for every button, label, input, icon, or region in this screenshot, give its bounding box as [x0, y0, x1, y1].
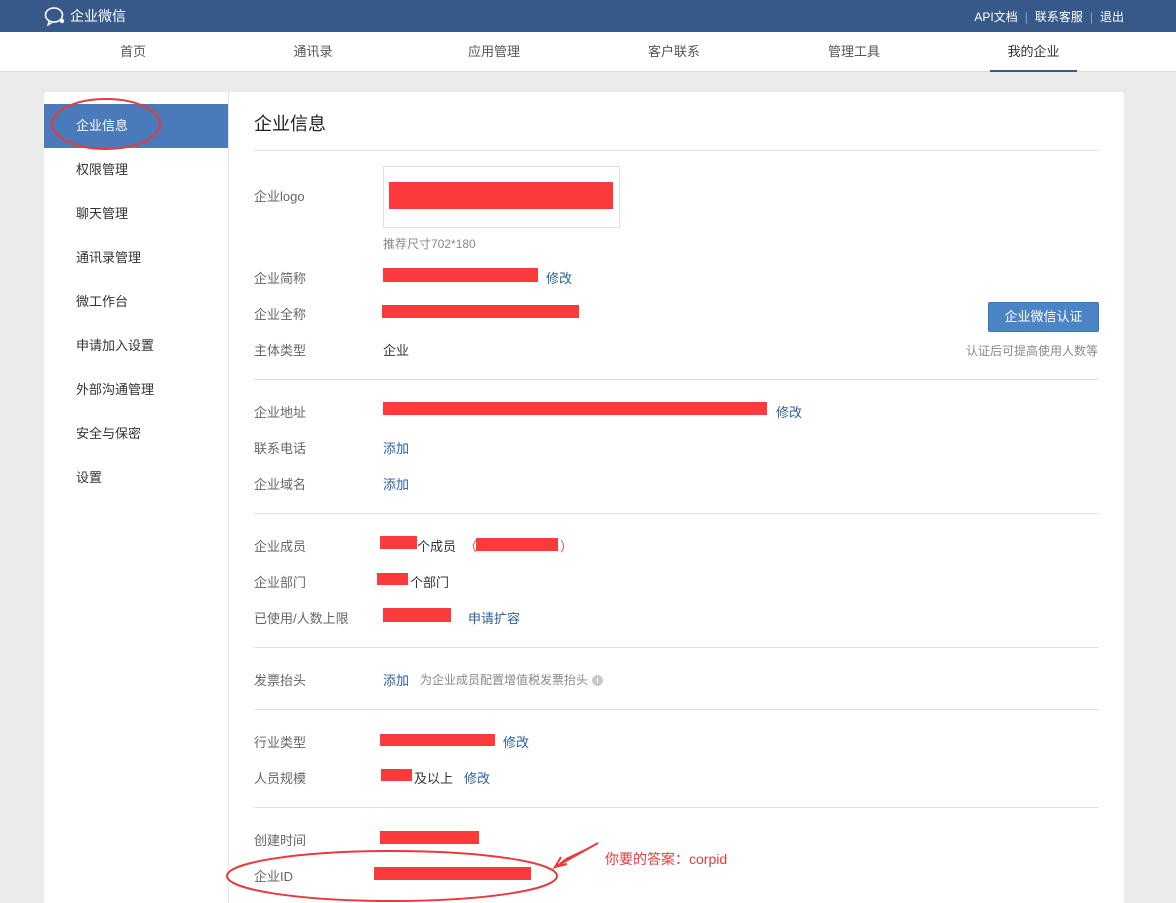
- redacted-department-count: [377, 573, 408, 585]
- edit-short-name-link[interactable]: 修改: [546, 268, 572, 287]
- top-links: API文档 | 联系客服 | 退出: [974, 8, 1124, 25]
- add-domain-link[interactable]: 添加: [383, 474, 409, 493]
- address-label: 企业地址: [254, 405, 307, 420]
- sidebar-item-micro-workbench[interactable]: 微工作台: [44, 280, 228, 324]
- sidebar-item-contacts-management[interactable]: 通讯录管理: [44, 236, 228, 280]
- corp-id-label: 企业ID: [254, 869, 294, 884]
- main-card: 企业信息 权限管理 聊天管理 通讯录管理 微工作台 申请加入设置 外部沟通管理 …: [44, 92, 1124, 903]
- redacted-short-name: [383, 268, 538, 282]
- edit-industry-link[interactable]: 修改: [503, 732, 529, 751]
- limit-label: 已使用/人数上限: [254, 611, 349, 626]
- redacted-industry: [380, 734, 495, 746]
- link-separator: |: [1089, 9, 1093, 24]
- short-name-label: 企业简称: [254, 271, 307, 286]
- subject-type-value: 企业: [383, 343, 410, 358]
- nav-home[interactable]: 首页: [100, 32, 166, 72]
- divider: [254, 647, 1099, 648]
- divider: [254, 379, 1099, 380]
- sidebar: 企业信息 权限管理 聊天管理 通讯录管理 微工作台 申请加入设置 外部沟通管理 …: [44, 104, 228, 500]
- departments-label: 企业部门: [254, 575, 307, 590]
- page-title: 企业信息: [254, 114, 326, 134]
- api-docs-link[interactable]: API文档: [974, 8, 1017, 25]
- divider: [254, 709, 1099, 710]
- subject-type-label: 主体类型: [254, 343, 307, 358]
- phone-label: 联系电话: [254, 441, 307, 456]
- logo-size-hint: 推荐尺寸702*180: [383, 237, 476, 251]
- divider: [254, 150, 1099, 151]
- divider: [254, 807, 1099, 808]
- apply-expand-link[interactable]: 申请扩容: [468, 608, 520, 627]
- sidebar-item-permissions[interactable]: 权限管理: [44, 148, 228, 192]
- edit-address-link[interactable]: 修改: [776, 402, 802, 421]
- invoice-hint: 为企业成员配置增值税发票抬头: [420, 673, 589, 687]
- add-phone-link[interactable]: 添加: [383, 438, 409, 457]
- redacted-logo: [389, 182, 613, 209]
- main-nav: 首页 通讯录 应用管理 客户联系 管理工具 我的企业: [0, 32, 1176, 72]
- cert-hint: 认证后可提高使用人数等: [966, 344, 1099, 358]
- brand-name: 企业微信: [70, 8, 126, 24]
- members-label: 企业成员: [254, 539, 307, 554]
- logo-label: 企业logo: [254, 189, 305, 204]
- scale-label: 人员规模: [254, 771, 307, 786]
- members-paren-close: ）: [560, 539, 574, 554]
- sidebar-divider: [228, 92, 229, 903]
- full-name-label: 企业全称: [254, 307, 307, 322]
- sidebar-item-join-settings[interactable]: 申请加入设置: [44, 324, 228, 368]
- redacted-scale: [381, 769, 412, 781]
- invoice-hint-wrap: 为企业成员配置增值税发票抬头 i: [420, 671, 604, 688]
- domain-label: 企业域名: [254, 477, 307, 492]
- nav-management-tools[interactable]: 管理工具: [814, 32, 894, 72]
- nav-app-management[interactable]: 应用管理: [454, 32, 534, 72]
- contact-support-link[interactable]: 联系客服: [1035, 8, 1083, 25]
- sidebar-item-settings[interactable]: 设置: [44, 456, 228, 500]
- link-separator: |: [1024, 9, 1028, 24]
- sidebar-item-security[interactable]: 安全与保密: [44, 412, 228, 456]
- logo-upload-box[interactable]: [383, 166, 620, 228]
- scale-suffix: 及以上: [414, 771, 454, 786]
- redacted-full-name: [382, 305, 579, 318]
- created-time-label: 创建时间: [254, 833, 307, 848]
- departments-suffix: 个部门: [410, 575, 450, 590]
- redacted-usage-limit: [383, 608, 451, 622]
- redacted-member-detail: [476, 538, 558, 551]
- nav-my-enterprise[interactable]: 我的企业: [990, 32, 1077, 72]
- divider: [254, 513, 1099, 514]
- redacted-member-count: [380, 536, 417, 549]
- redacted-address: [383, 402, 767, 415]
- members-suffix: 个成员: [417, 539, 457, 554]
- redacted-created-time: [380, 831, 479, 844]
- invoice-label: 发票抬头: [254, 673, 307, 688]
- sidebar-item-external-communication[interactable]: 外部沟通管理: [44, 368, 228, 412]
- annotation-answer-text: 你要的答案：corpid: [605, 851, 728, 867]
- add-invoice-link[interactable]: 添加: [383, 670, 409, 689]
- wecom-certify-button[interactable]: 企业微信认证: [988, 302, 1099, 332]
- sidebar-item-chat-management[interactable]: 聊天管理: [44, 192, 228, 236]
- wecom-logo-icon: [44, 7, 65, 26]
- info-icon[interactable]: i: [592, 675, 604, 687]
- edit-scale-link[interactable]: 修改: [464, 768, 490, 787]
- sidebar-item-enterprise-info[interactable]: 企业信息: [44, 104, 228, 148]
- industry-label: 行业类型: [254, 735, 307, 750]
- brand-logo[interactable]: 企业微信: [44, 6, 126, 26]
- nav-customer-contact[interactable]: 客户联系: [634, 32, 714, 72]
- redacted-corp-id: [374, 867, 531, 880]
- top-bar: 企业微信 API文档 | 联系客服 | 退出: [0, 0, 1176, 32]
- logout-link[interactable]: 退出: [1100, 8, 1124, 25]
- nav-contacts[interactable]: 通讯录: [280, 32, 346, 72]
